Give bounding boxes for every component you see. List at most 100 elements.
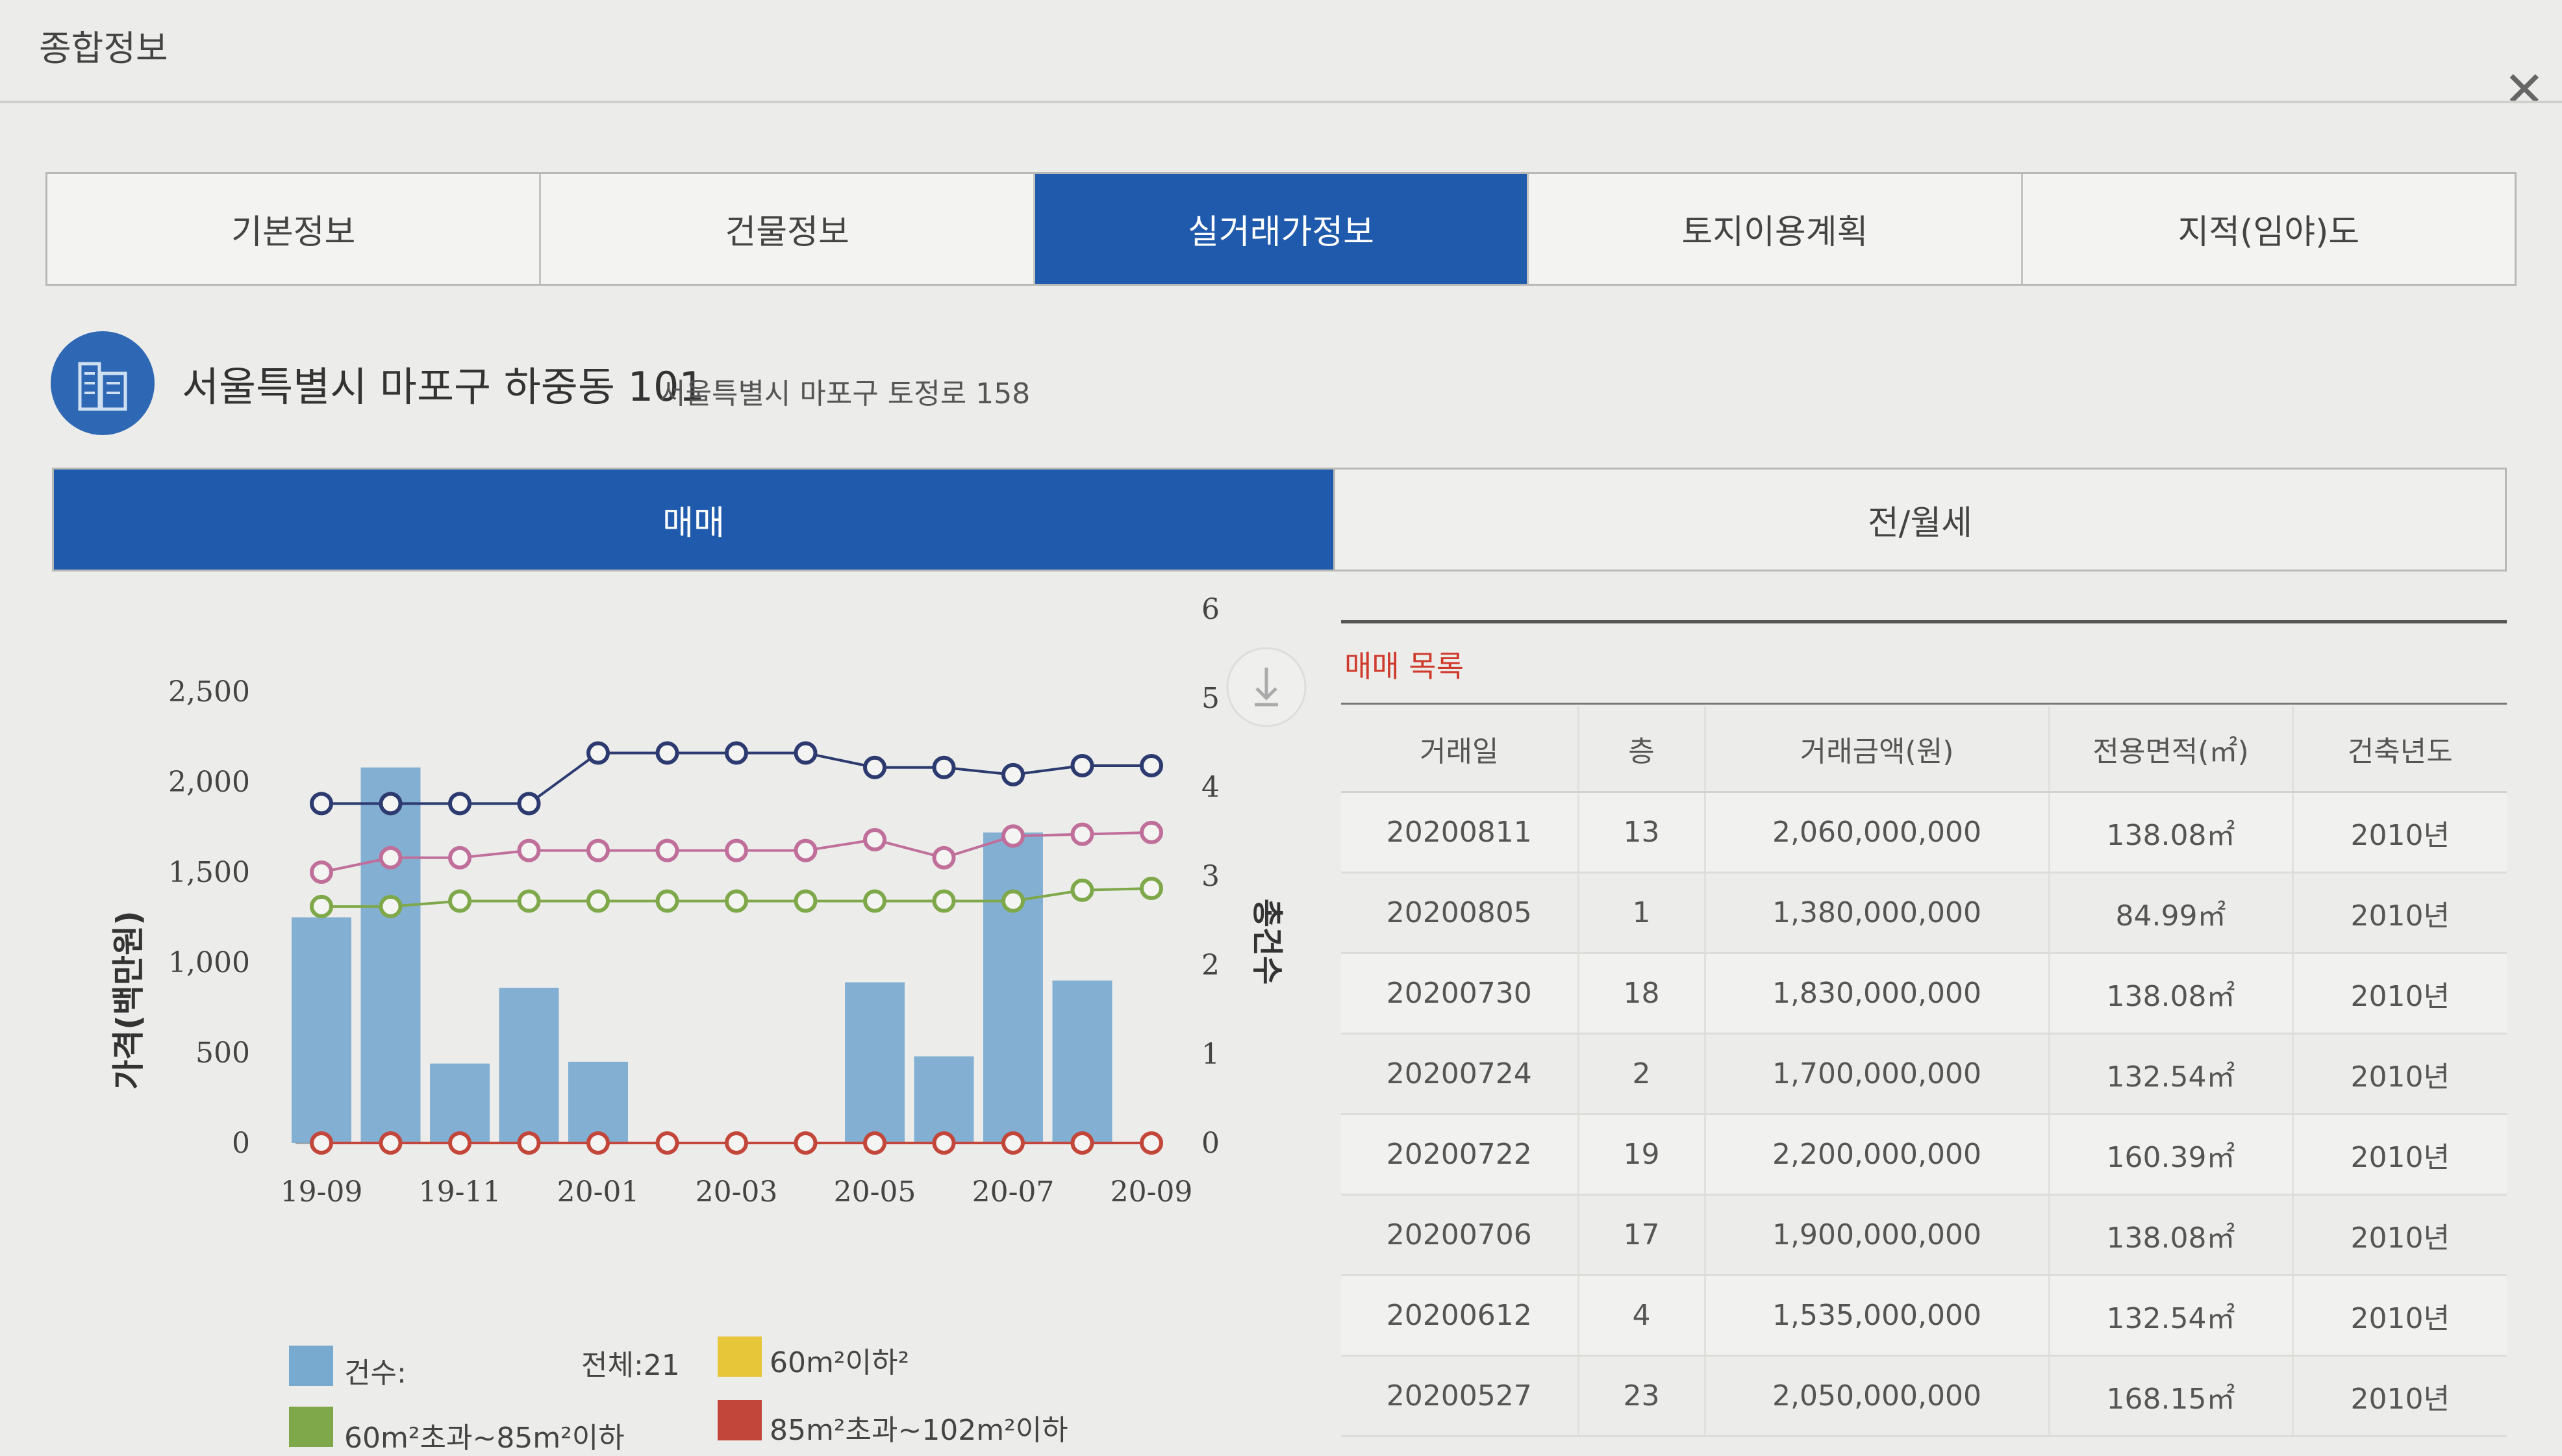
point-red-20-01[interactable]	[586, 1131, 610, 1155]
table-row[interactable]: 20200612 4 1,535,000,000 132.54㎡ 2010년	[1341, 1275, 2507, 1357]
bar-19-09[interactable]	[292, 917, 351, 1144]
y2-tick-label: 6	[1201, 593, 1220, 626]
point-navy-19-11[interactable]	[448, 792, 471, 816]
cell-price: 2,200,000,000	[1703, 1114, 2049, 1196]
point-navy-20-05[interactable]	[863, 755, 886, 779]
legend-swatch-s3[interactable]	[718, 1400, 762, 1440]
col-built-year[interactable]: 건축년도	[2291, 707, 2507, 793]
point-green-20-07[interactable]	[1001, 889, 1025, 913]
point-pink-20-07[interactable]	[1001, 824, 1025, 848]
point-green-19-11[interactable]	[448, 889, 471, 913]
cell-price: 1,535,000,000	[1703, 1275, 2049, 1357]
table-row[interactable]: 20200730 18 1,830,000,000 138.08㎡ 2010년	[1341, 953, 2507, 1035]
point-navy-20-04[interactable]	[794, 741, 818, 765]
point-navy-20-01[interactable]	[586, 741, 610, 765]
point-pink-20-05[interactable]	[863, 827, 886, 851]
y2-tick-label: 4	[1201, 771, 1220, 804]
col-price[interactable]: 거래금액(원)	[1703, 707, 2049, 793]
point-navy-19-12[interactable]	[517, 792, 541, 816]
point-navy-19-10[interactable]	[379, 792, 403, 816]
table-row[interactable]: 20200724 2 1,700,000,000 132.54㎡ 2010년	[1341, 1033, 2507, 1115]
point-navy-20-08[interactable]	[1070, 753, 1094, 777]
bar-19-12[interactable]	[499, 987, 559, 1143]
cell-area: 132.54㎡	[2048, 1033, 2292, 1115]
bar-19-11[interactable]	[430, 1063, 490, 1143]
point-pink-20-03[interactable]	[725, 838, 748, 862]
point-pink-19-11[interactable]	[448, 846, 471, 870]
point-navy-20-02[interactable]	[655, 741, 679, 765]
point-navy-19-09[interactable]	[310, 792, 333, 816]
point-navy-20-09[interactable]	[1140, 753, 1163, 777]
col-area[interactable]: 전용면적(㎡)	[2048, 707, 2292, 793]
point-red-19-12[interactable]	[517, 1131, 541, 1155]
point-green-20-03[interactable]	[725, 889, 748, 913]
bar-19-10[interactable]	[360, 767, 421, 1143]
bar-20-07[interactable]	[983, 832, 1043, 1143]
point-red-20-06[interactable]	[932, 1131, 956, 1155]
point-pink-20-09[interactable]	[1140, 820, 1163, 844]
point-green-19-10[interactable]	[379, 894, 403, 918]
y2-tick-label: 0	[1201, 1127, 1220, 1160]
point-green-19-12[interactable]	[517, 889, 541, 913]
list-title: 매매 목록	[1344, 649, 1464, 684]
point-red-20-07[interactable]	[1001, 1131, 1025, 1155]
point-green-20-08[interactable]	[1070, 878, 1094, 902]
bar-20-05[interactable]	[845, 982, 905, 1143]
tab-sale[interactable]: 매매	[54, 470, 1333, 570]
table-row[interactable]: 20200811 13 2,060,000,000 138.08㎡ 2010년	[1341, 792, 2507, 873]
bar-20-06[interactable]	[914, 1056, 974, 1143]
point-red-20-08[interactable]	[1070, 1131, 1094, 1155]
point-green-20-01[interactable]	[586, 889, 610, 913]
point-green-20-06[interactable]	[932, 889, 956, 913]
point-pink-20-01[interactable]	[586, 838, 610, 862]
point-pink-20-04[interactable]	[794, 838, 818, 862]
tab-basic-info[interactable]: 기본정보	[47, 174, 542, 284]
point-pink-19-09[interactable]	[310, 860, 333, 884]
title-divider	[0, 101, 2562, 103]
col-floor[interactable]: 층	[1577, 707, 1705, 793]
table-row[interactable]: 20200706 17 1,900,000,000 138.08㎡ 2010년	[1341, 1194, 2507, 1276]
tab-real-transaction[interactable]: 실거래가정보	[1035, 174, 1529, 284]
close-icon[interactable]: ✕	[2504, 65, 2545, 114]
point-red-20-02[interactable]	[655, 1131, 679, 1155]
cell-deal-date: 20200722	[1341, 1114, 1578, 1196]
point-green-20-02[interactable]	[655, 889, 679, 913]
point-red-20-04[interactable]	[794, 1131, 818, 1155]
table-row[interactable]: 20200527 23 2,050,000,000 168.15㎡ 2010년	[1341, 1355, 2507, 1437]
point-pink-20-08[interactable]	[1070, 822, 1094, 846]
point-red-20-09[interactable]	[1140, 1131, 1163, 1155]
point-green-19-09[interactable]	[310, 894, 333, 918]
cell-floor: 4	[1577, 1275, 1705, 1357]
bar-20-08[interactable]	[1052, 980, 1112, 1143]
point-green-20-09[interactable]	[1140, 877, 1163, 901]
point-green-20-04[interactable]	[794, 889, 818, 913]
point-green-20-05[interactable]	[863, 889, 886, 913]
point-red-19-09[interactable]	[310, 1131, 333, 1155]
cell-price: 1,900,000,000	[1703, 1194, 2049, 1276]
point-red-20-05[interactable]	[863, 1131, 886, 1155]
tab-building-info[interactable]: 건물정보	[541, 174, 1035, 284]
col-deal-date[interactable]: 거래일	[1341, 707, 1578, 793]
y-tick-label: 1,500	[168, 856, 250, 889]
x-tick-label: 20-07	[972, 1175, 1055, 1209]
cell-built-year: 2010년	[2291, 1033, 2507, 1115]
point-pink-20-06[interactable]	[932, 846, 956, 870]
point-navy-20-07[interactable]	[1001, 762, 1025, 786]
tab-lease[interactable]: 전/월세	[1333, 470, 2505, 570]
bar-20-01[interactable]	[568, 1061, 628, 1143]
point-navy-20-06[interactable]	[932, 755, 956, 779]
point-red-20-03[interactable]	[725, 1131, 748, 1155]
point-navy-20-03[interactable]	[725, 741, 748, 765]
table-row[interactable]: 20200805 1 1,380,000,000 84.99㎡ 2010년	[1341, 872, 2507, 954]
tab-cadastral-map[interactable]: 지적(임야)도	[2023, 174, 2515, 284]
tab-land-use-plan[interactable]: 토지이용계획	[1529, 174, 2023, 284]
legend-swatch-s2[interactable]	[289, 1407, 333, 1447]
deal-table: 거래일 층 거래금액(원) 전용면적(㎡) 건축년도 20200811 13 2,0…	[1341, 707, 2507, 1437]
point-pink-19-12[interactable]	[517, 838, 541, 862]
table-row[interactable]: 20200722 19 2,200,000,000 160.39㎡ 2010년	[1341, 1114, 2507, 1196]
point-red-19-11[interactable]	[448, 1131, 471, 1155]
point-red-19-10[interactable]	[379, 1131, 403, 1155]
point-pink-20-02[interactable]	[655, 838, 679, 862]
legend-swatch-s1[interactable]	[718, 1337, 762, 1377]
point-pink-19-10[interactable]	[379, 846, 403, 870]
